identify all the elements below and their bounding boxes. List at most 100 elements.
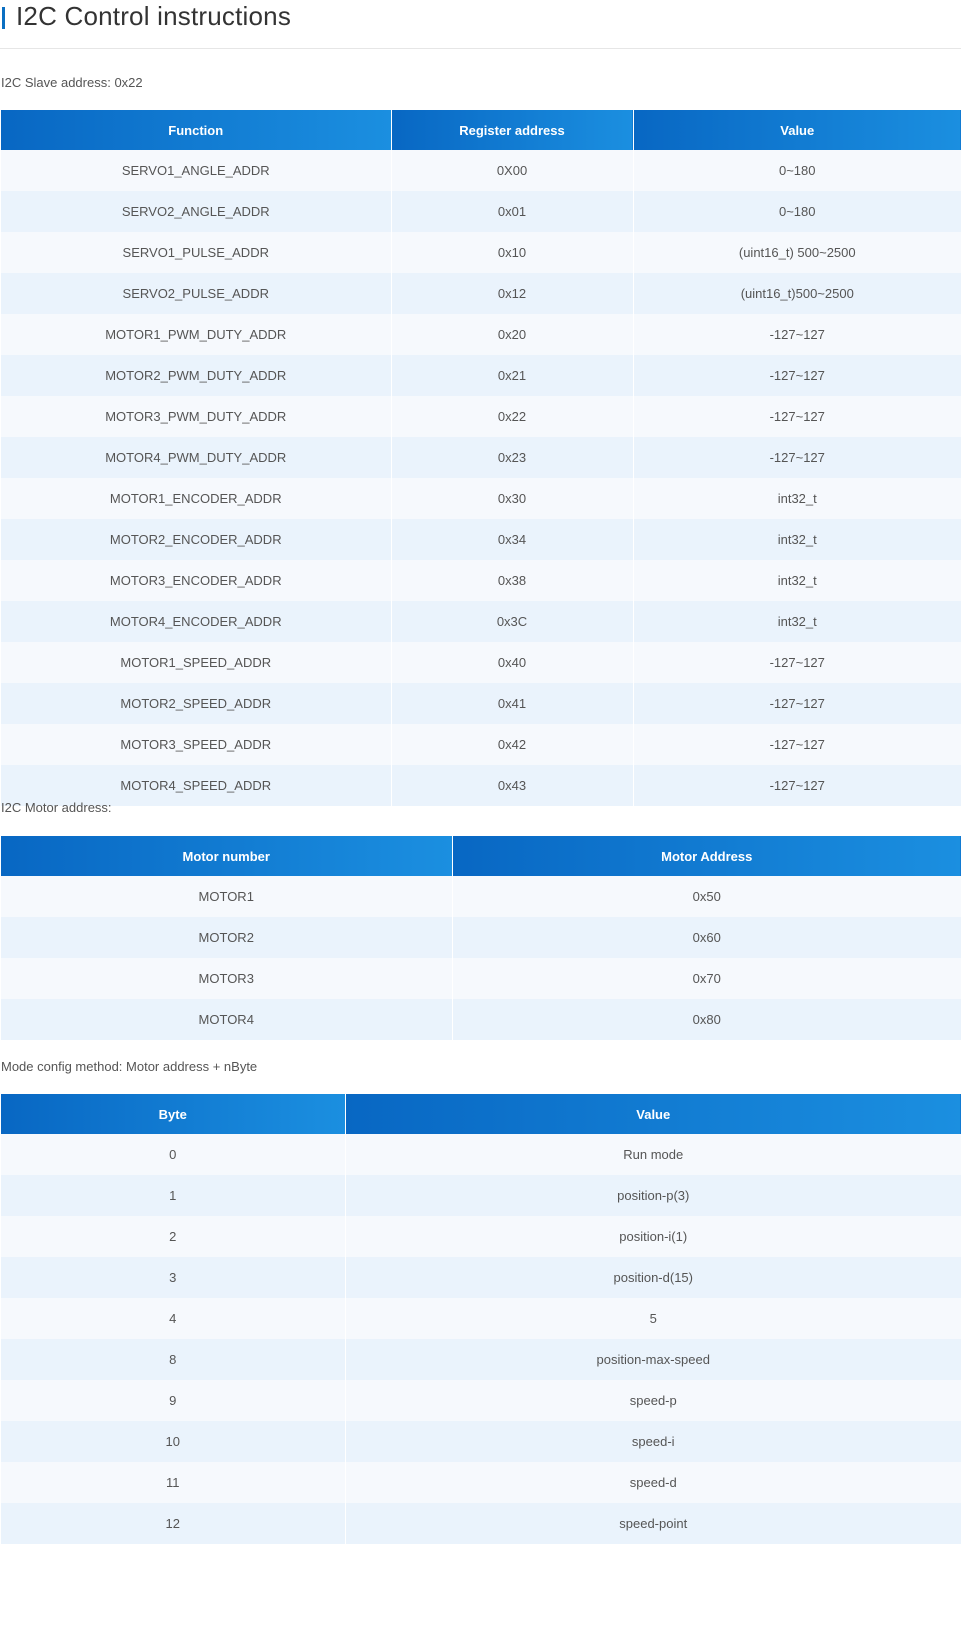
table-row: MOTOR3 0x70 bbox=[1, 958, 961, 999]
function-cell: MOTOR2_ENCODER_ADDR bbox=[1, 519, 392, 560]
column-header-motor-address: Motor Address bbox=[452, 836, 961, 876]
function-cell: SERVO2_PULSE_ADDR bbox=[1, 273, 392, 314]
value-cell: int32_t bbox=[633, 478, 961, 519]
table-row: 8 position-max-speed bbox=[1, 1339, 961, 1380]
value-cell: -127~127 bbox=[633, 314, 961, 355]
table-row: 12 speed-point bbox=[1, 1503, 961, 1544]
table-row: MOTOR1_ENCODER_ADDR 0x30 int32_t bbox=[1, 478, 961, 519]
value-cell: -127~127 bbox=[633, 765, 961, 806]
table-row: MOTOR2_PWM_DUTY_ADDR 0x21 -127~127 bbox=[1, 355, 961, 396]
byte-cell: 4 bbox=[1, 1298, 346, 1339]
motor-number-cell: MOTOR1 bbox=[1, 876, 453, 917]
byte-cell: 9 bbox=[1, 1380, 346, 1421]
table-row: 3 position-d(15) bbox=[1, 1257, 961, 1298]
motor-address-cell: 0x80 bbox=[452, 999, 961, 1040]
byte-cell: 0 bbox=[1, 1134, 346, 1175]
register-address-cell: 0x34 bbox=[391, 519, 634, 560]
table-row: 2 position-i(1) bbox=[1, 1216, 961, 1257]
table-row: MOTOR4_PWM_DUTY_ADDR 0x23 -127~127 bbox=[1, 437, 961, 478]
value-cell: (uint16_t)500~2500 bbox=[633, 273, 961, 314]
function-cell: MOTOR1_ENCODER_ADDR bbox=[1, 478, 392, 519]
function-cell: MOTOR2_SPEED_ADDR bbox=[1, 683, 392, 724]
function-cell: MOTOR3_SPEED_ADDR bbox=[1, 724, 392, 765]
value-cell: 0~180 bbox=[633, 191, 961, 232]
mode-value-cell: 5 bbox=[345, 1298, 961, 1339]
value-cell: -127~127 bbox=[633, 355, 961, 396]
mode-table-header-row: Byte Value bbox=[1, 1094, 961, 1134]
page-title: I2C Control instructions bbox=[16, 1, 292, 31]
motor-address-label: I2C Motor address: bbox=[1, 800, 112, 815]
value-cell: int32_t bbox=[633, 560, 961, 601]
value-cell: -127~127 bbox=[633, 437, 961, 478]
register-address-cell: 0x01 bbox=[391, 191, 634, 232]
table-row: 0 Run mode bbox=[1, 1134, 961, 1175]
value-cell: int32_t bbox=[633, 519, 961, 560]
mode-value-cell: speed-point bbox=[345, 1503, 961, 1544]
table-row: MOTOR1 0x50 bbox=[1, 876, 961, 917]
page-header: I2C Control instructions bbox=[0, 0, 961, 49]
value-cell: (uint16_t) 500~2500 bbox=[633, 232, 961, 273]
table-row: MOTOR2_SPEED_ADDR 0x41 -127~127 bbox=[1, 683, 961, 724]
function-cell: MOTOR2_PWM_DUTY_ADDR bbox=[1, 355, 392, 396]
function-cell: MOTOR1_SPEED_ADDR bbox=[1, 642, 392, 683]
table-row: MOTOR2_ENCODER_ADDR 0x34 int32_t bbox=[1, 519, 961, 560]
table-row: MOTOR2 0x60 bbox=[1, 917, 961, 958]
byte-cell: 11 bbox=[1, 1462, 346, 1503]
register-address-cell: 0x30 bbox=[391, 478, 634, 519]
table-row: MOTOR1_SPEED_ADDR 0x40 -127~127 bbox=[1, 642, 961, 683]
mode-value-cell: speed-i bbox=[345, 1421, 961, 1462]
column-header-function: Function bbox=[1, 110, 392, 150]
register-address-cell: 0x20 bbox=[391, 314, 634, 355]
column-header-mode-value: Value bbox=[345, 1094, 961, 1134]
mode-config-label: Mode config method: Motor address + nByt… bbox=[1, 1059, 258, 1074]
value-cell: -127~127 bbox=[633, 396, 961, 437]
table-row: 45 bbox=[1, 1298, 961, 1339]
function-cell: MOTOR3_ENCODER_ADDR bbox=[1, 560, 392, 601]
table-row: MOTOR4_ENCODER_ADDR 0x3C int32_t bbox=[1, 601, 961, 642]
table-row: MOTOR1_PWM_DUTY_ADDR 0x20 -127~127 bbox=[1, 314, 961, 355]
column-header-byte: Byte bbox=[1, 1094, 346, 1134]
mode-value-cell: speed-d bbox=[345, 1462, 961, 1503]
function-cell: MOTOR1_PWM_DUTY_ADDR bbox=[1, 314, 392, 355]
mode-table-head: Byte Value bbox=[1, 1094, 961, 1134]
mode-value-cell: Run mode bbox=[345, 1134, 961, 1175]
table-row: SERVO1_PULSE_ADDR 0x10 (uint16_t) 500~2500 bbox=[1, 232, 961, 273]
register-address-cell: 0x21 bbox=[391, 355, 634, 396]
table-row: 10 speed-i bbox=[1, 1421, 961, 1462]
register-address-cell: 0x23 bbox=[391, 437, 634, 478]
register-address-cell: 0x22 bbox=[391, 396, 634, 437]
table-row: SERVO2_ANGLE_ADDR 0x01 0~180 bbox=[1, 191, 961, 232]
function-cell: MOTOR3_PWM_DUTY_ADDR bbox=[1, 396, 392, 437]
motor-address-cell: 0x50 bbox=[452, 876, 961, 917]
column-header-value: Value bbox=[633, 110, 961, 150]
register-address-cell: 0X00 bbox=[391, 150, 634, 191]
mode-value-cell: speed-p bbox=[345, 1380, 961, 1421]
register-address-cell: 0x38 bbox=[391, 560, 634, 601]
function-cell: MOTOR4_ENCODER_ADDR bbox=[1, 601, 392, 642]
register-table-head: Function Register address Value bbox=[1, 110, 961, 150]
motor-number-cell: MOTOR2 bbox=[1, 917, 453, 958]
byte-cell: 8 bbox=[1, 1339, 346, 1380]
mode-config-table: Byte Value 0 Run mode 1 position-p(3) 2 posit… bbox=[1, 1094, 961, 1544]
motor-address-table: Motor number Motor Address MOTOR1 0x50 MOT… bbox=[1, 836, 961, 1040]
motor-address-cell: 0x60 bbox=[452, 917, 961, 958]
value-cell: -127~127 bbox=[633, 724, 961, 765]
register-address-cell: 0x42 bbox=[391, 724, 634, 765]
table-row: 11 speed-d bbox=[1, 1462, 961, 1503]
column-header-register-address: Register address bbox=[391, 110, 634, 150]
table-row: SERVO2_PULSE_ADDR 0x12 (uint16_t)500~2500 bbox=[1, 273, 961, 314]
motor-table-header-row: Motor number Motor Address bbox=[1, 836, 961, 876]
mode-value-cell: position-max-speed bbox=[345, 1339, 961, 1380]
byte-cell: 12 bbox=[1, 1503, 346, 1544]
register-address-cell: 0x40 bbox=[391, 642, 634, 683]
function-cell: SERVO1_ANGLE_ADDR bbox=[1, 150, 392, 191]
value-cell: -127~127 bbox=[633, 683, 961, 724]
register-address-cell: 0x43 bbox=[391, 765, 634, 806]
function-cell: SERVO2_ANGLE_ADDR bbox=[1, 191, 392, 232]
table-row: 1 position-p(3) bbox=[1, 1175, 961, 1216]
byte-cell: 3 bbox=[1, 1257, 346, 1298]
table-row: SERVO1_ANGLE_ADDR 0X00 0~180 bbox=[1, 150, 961, 191]
byte-cell: 1 bbox=[1, 1175, 346, 1216]
table-row: MOTOR4_SPEED_ADDR 0x43 -127~127 bbox=[1, 765, 961, 806]
register-table-header-row: Function Register address Value bbox=[1, 110, 961, 150]
